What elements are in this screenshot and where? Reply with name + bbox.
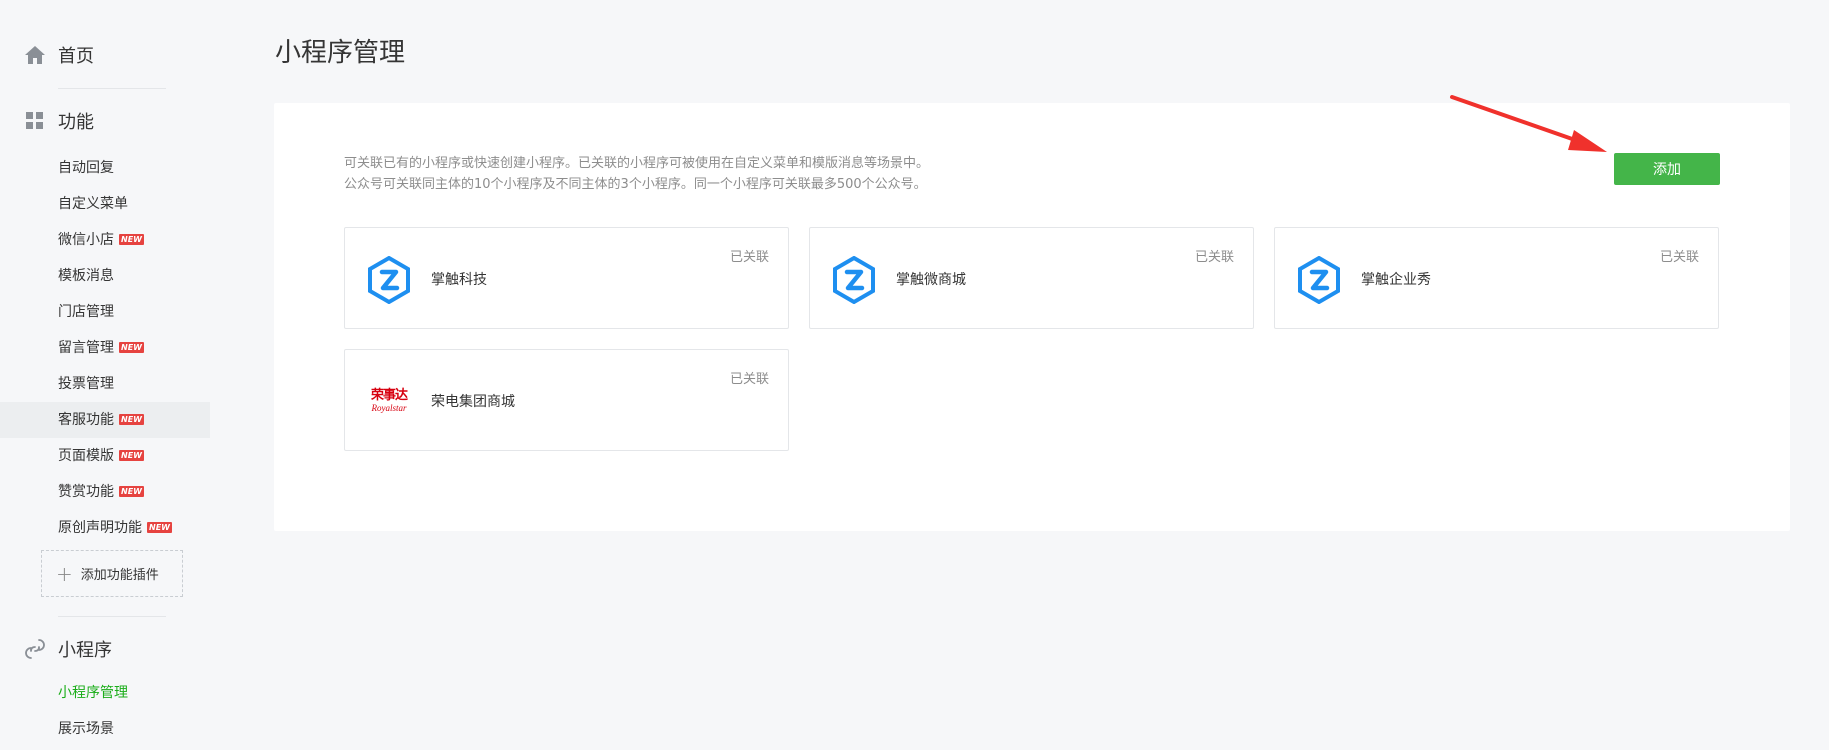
miniprogram-card[interactable]: 掌触微商城 已关联: [809, 227, 1254, 329]
sidebar-item-label: 自动回复: [58, 160, 114, 176]
sidebar-item-label: 原创声明功能: [58, 520, 142, 536]
zhangchu-logo-icon: [368, 256, 410, 304]
sidebar-item-custom-menu[interactable]: 自定义菜单: [0, 186, 210, 222]
miniprogram-list: 小程序管理 展示场景: [0, 675, 210, 747]
new-badge: NEW: [147, 521, 172, 533]
card-status: 已关联: [729, 250, 769, 265]
card-status: 已关联: [1194, 250, 1234, 265]
sidebar-item-label: 微信小店: [58, 232, 114, 248]
sidebar-function-label: 功能: [58, 112, 94, 133]
sidebar-item-label: 小程序管理: [58, 685, 128, 701]
sidebar-item-display-scene[interactable]: 展示场景: [0, 711, 210, 747]
new-badge: NEW: [119, 233, 144, 245]
sidebar-item-store-management[interactable]: 门店管理: [0, 294, 210, 330]
sidebar-item-label: 投票管理: [58, 376, 114, 392]
description-line: 可关联已有的小程序或快速创建小程序。已关联的小程序可被使用在自定义菜单和模版消息…: [344, 156, 930, 171]
add-plugin-label: 添加功能插件: [80, 568, 159, 583]
sidebar-item-label: 模板消息: [58, 268, 114, 284]
sidebar-item-label: 展示场景: [58, 721, 114, 737]
sidebar-section-miniprogram: 小程序: [0, 634, 112, 664]
sidebar-item-template-message[interactable]: 模板消息: [0, 258, 210, 294]
sidebar-section-function: 功能: [0, 106, 94, 136]
sidebar-miniprogram-label: 小程序: [58, 640, 112, 661]
miniprogram-icon: [25, 639, 45, 659]
miniprogram-panel: 可关联已有的小程序或快速创建小程序。已关联的小程序可被使用在自定义菜单和模版消息…: [274, 103, 1790, 531]
sidebar-item-label: 赞赏功能: [58, 484, 114, 500]
add-button[interactable]: 添加: [1614, 153, 1720, 185]
sidebar-item-customer-service[interactable]: 客服功能 NEW: [0, 402, 210, 438]
sidebar-item-label: 客服功能: [58, 412, 114, 428]
zhangchu-logo-icon: [833, 256, 875, 304]
card-name: 掌触企业秀: [1361, 272, 1431, 288]
sidebar-divider: [58, 616, 166, 617]
new-badge: NEW: [119, 485, 144, 497]
card-name: 荣电集团商城: [431, 394, 515, 410]
new-badge: NEW: [119, 341, 144, 353]
miniprogram-card[interactable]: 掌触科技 已关联: [344, 227, 789, 329]
sidebar-item-reward[interactable]: 赞赏功能 NEW: [0, 474, 210, 510]
plus-icon: +: [56, 561, 73, 586]
home-icon: [25, 46, 45, 64]
sidebar-item-label: 自定义菜单: [58, 196, 128, 212]
sidebar-item-miniprogram-management[interactable]: 小程序管理: [0, 675, 210, 711]
sidebar-item-label: 留言管理: [58, 340, 114, 356]
royalstar-logo-cn: 荣事达: [370, 388, 408, 403]
add-plugin-button[interactable]: + 添加功能插件: [41, 550, 183, 597]
sidebar-item-auto-reply[interactable]: 自动回复: [0, 150, 210, 186]
card-status: 已关联: [1659, 250, 1699, 265]
grid-icon: [26, 112, 43, 129]
sidebar-item-comment-management[interactable]: 留言管理 NEW: [0, 330, 210, 366]
sidebar-item-page-template[interactable]: 页面模版 NEW: [0, 438, 210, 474]
royalstar-logo-en: Royalstar: [371, 403, 407, 413]
new-badge: NEW: [119, 449, 144, 461]
zhangchu-logo-icon: [1298, 256, 1340, 304]
new-badge: NEW: [119, 413, 144, 425]
sidebar-item-label: 门店管理: [58, 304, 114, 320]
sidebar-item-home[interactable]: 首页: [0, 40, 94, 70]
card-status: 已关联: [729, 372, 769, 387]
miniprogram-card[interactable]: 掌触企业秀 已关联: [1274, 227, 1719, 329]
card-name: 掌触科技: [431, 272, 487, 288]
sidebar: 首页 功能 自动回复 自定义菜单 微信小店 NEW 模板消息 门店管理 留言管理 N…: [0, 0, 210, 750]
card-name: 掌触微商城: [896, 272, 966, 288]
sidebar-item-vote-management[interactable]: 投票管理: [0, 366, 210, 402]
royalstar-logo: 荣事达 Royalstar: [367, 388, 411, 418]
sidebar-home-label: 首页: [58, 46, 94, 67]
sidebar-item-original-statement[interactable]: 原创声明功能 NEW: [0, 510, 210, 546]
sidebar-item-label: 页面模版: [58, 448, 114, 464]
sidebar-divider: [58, 88, 166, 89]
function-list: 自动回复 自定义菜单 微信小店 NEW 模板消息 门店管理 留言管理 NEW 投票管…: [0, 150, 210, 546]
description: 可关联已有的小程序或快速创建小程序。已关联的小程序可被使用在自定义菜单和模版消息…: [344, 153, 929, 195]
sidebar-item-wechat-store[interactable]: 微信小店 NEW: [0, 222, 210, 258]
description-line: 公众号可关联同主体的10个小程序及不同主体的3个小程序。同一个小程序可关联最多5…: [344, 177, 927, 192]
miniprogram-card[interactable]: 荣事达 Royalstar 荣电集团商城 已关联: [344, 349, 789, 451]
page-title: 小程序管理: [275, 38, 406, 68]
